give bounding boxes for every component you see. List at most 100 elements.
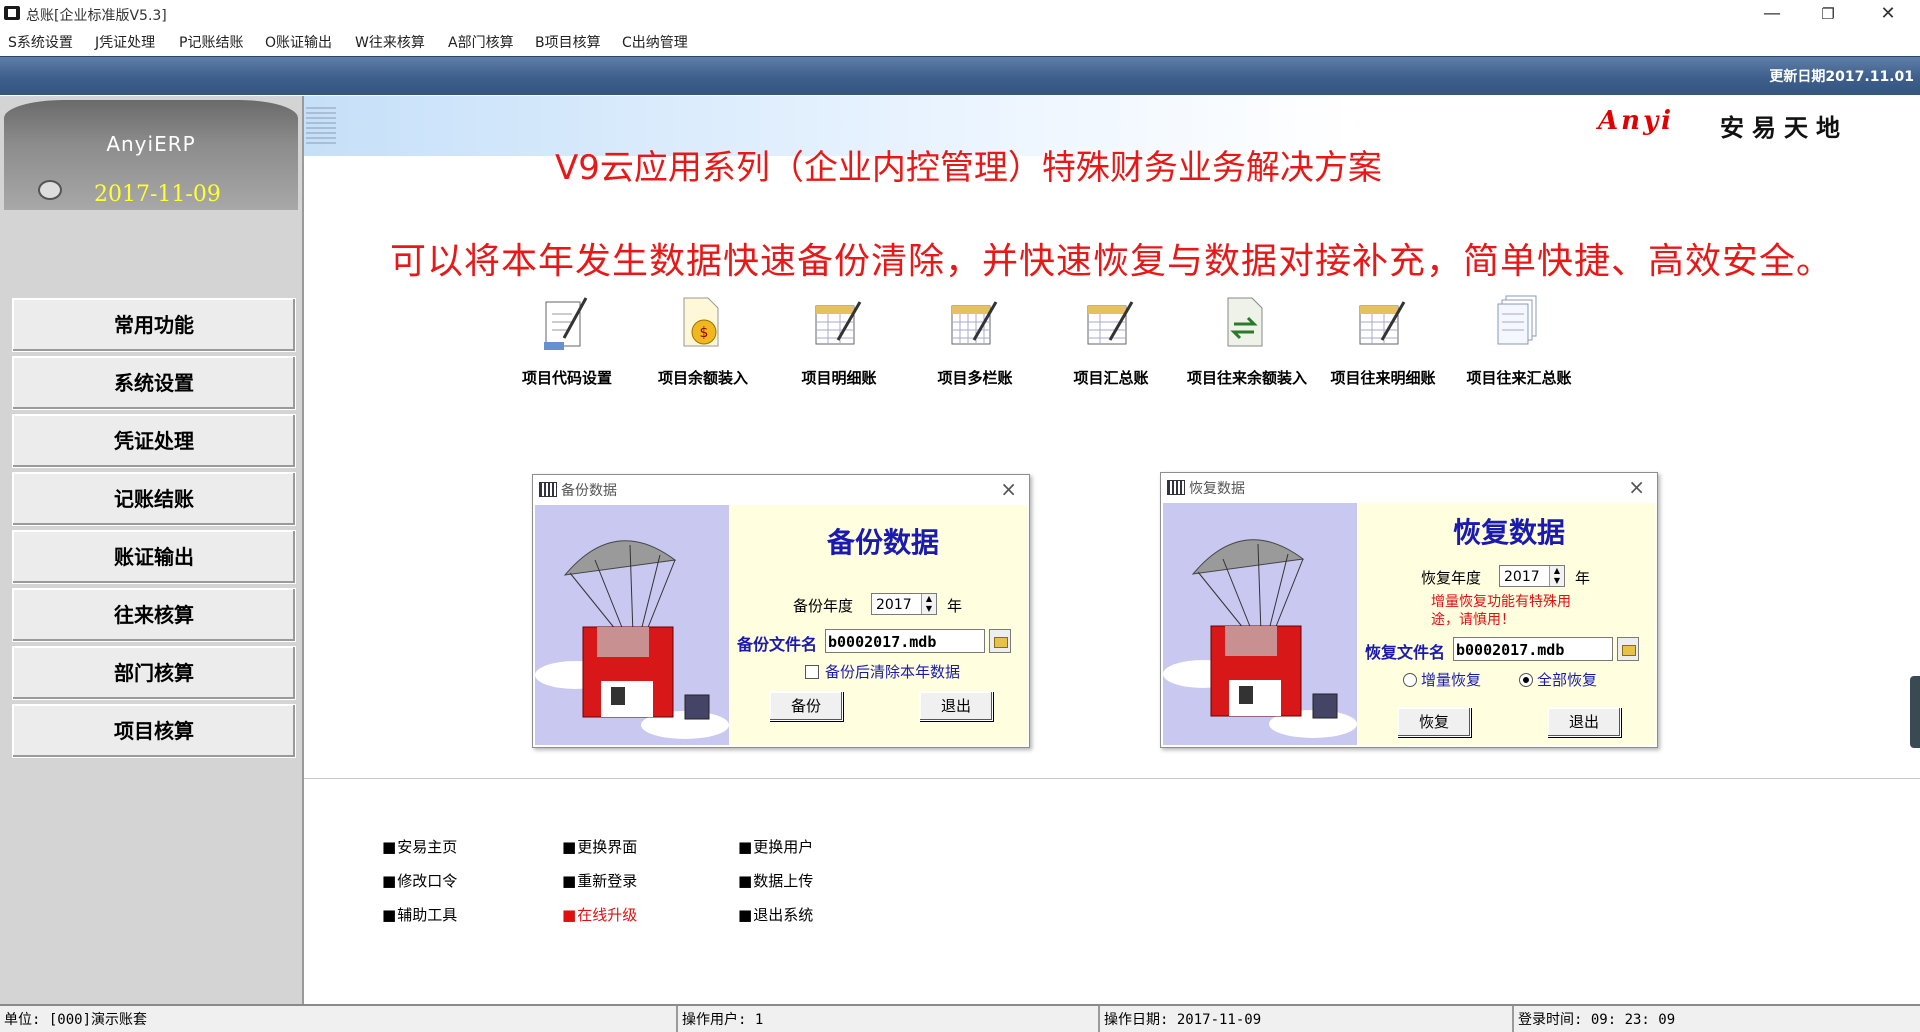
menu-system-settings[interactable]: S系统设置 [8,32,73,52]
sidebar-item-accounts[interactable]: 往来核算 [12,588,296,642]
sidebar-item-voucher[interactable]: 凭证处理 [12,414,296,468]
sidebar-item-project[interactable]: 项目核算 [12,704,296,758]
menu-accounts[interactable]: W往来核算 [355,32,425,52]
status-login-time: 登录时间: 09: 23: 09 [1518,1012,1676,1028]
link-change-skin[interactable]: 更换界面 [562,836,637,857]
sidebar-item-department[interactable]: 部门核算 [12,646,296,700]
backup-year-label: 备份年度 [793,597,854,615]
restore-heading: 恢复数据 [1453,516,1566,549]
link-online-upgrade[interactable]: 在线升级 [562,904,637,925]
dialog-icon [1167,480,1185,495]
full-restore-radio[interactable] [1519,673,1533,687]
menu-output[interactable]: O账证输出 [265,32,332,52]
menu-cashier[interactable]: C出纳管理 [622,32,688,52]
link-tools[interactable]: 辅助工具 [382,904,457,925]
restore-dialog-body: 恢复数据 恢复年度 2017 ▲ ▼ 年 增量恢复功能有特殊用 途，请慎用！ 恢复… [1163,503,1655,745]
status-separator [676,1006,678,1032]
func-label: 项目往来汇总账 [1466,369,1572,387]
clear-year-checkbox[interactable] [805,665,819,679]
money-document-icon: $ [683,297,719,347]
backup-year-value: 2017 [876,597,912,613]
edit-document-icon [544,297,588,350]
close-icon[interactable]: × [1628,475,1645,499]
restore-button[interactable]: ❐ [1800,0,1856,30]
side-scroll-handle[interactable] [1910,676,1920,748]
restore-dialog-title: 恢复数据 [1189,481,1245,497]
restore-warning-line2: 途，请慎用！ [1431,612,1515,628]
menu-posting[interactable]: P记账结账 [179,32,243,52]
close-button[interactable]: ✕ [1860,0,1916,30]
func-label: 项目多栏账 [937,369,1013,387]
ledger-icon [815,301,862,345]
sidebar-logo-panel: AnyiERP 2017-11-09 [4,100,298,210]
restore-exit-button[interactable]: 退出 [1547,707,1621,737]
status-user: 操作用户: 1 [682,1012,764,1028]
update-date: 更新日期2017.11.01 [1769,69,1914,85]
status-bar: 单位: [000]演示账套 操作用户: 1 操作日期: 2017-11-09 登… [0,1004,1920,1032]
backup-file-input[interactable]: b0002017.mdb [825,629,985,653]
parachute-floppy-image [535,505,729,745]
stacked-documents-icon [1497,295,1537,345]
spin-arrows-icon[interactable]: ▲ ▼ [921,594,936,614]
backup-dialog-titlebar: 备份数据 × [533,475,1029,503]
banner-grip [306,104,336,144]
header-strip: 更新日期2017.11.01 [0,56,1920,95]
status-op-date: 操作日期: 2017-11-09 [1104,1012,1262,1028]
link-exit-system[interactable]: 退出系统 [738,904,813,925]
sidebar-item-system-settings[interactable]: 系统设置 [12,356,296,410]
backup-year-unit: 年 [947,597,963,615]
backup-file-label: 备份文件名 [737,635,818,654]
sidebar-item-output[interactable]: 账证输出 [12,530,296,584]
backup-exit-button[interactable]: 退出 [919,691,993,721]
restore-warning-line1: 增量恢复功能有特殊用 [1431,594,1571,610]
anyi-logo: Anyi [1598,106,1675,136]
menu-bar: S系统设置 J凭证处理 P记账结账 O账证输出 W往来核算 A部门核算 B项目核… [0,30,1920,54]
menu-department[interactable]: A部门核算 [448,32,514,52]
title-bar: 总账[企业标准版V5.3] — ❐ ✕ [0,0,1920,30]
incremental-restore-label: 增量恢复 [1421,671,1482,689]
link-home[interactable]: 安易主页 [382,836,457,857]
backup-year-spinner[interactable]: 2017 ▲ ▼ [871,593,937,615]
link-change-password[interactable]: 修改口令 [382,870,457,891]
parachute-floppy-image [1163,503,1357,745]
link-data-upload[interactable]: 数据上传 [738,870,813,891]
backup-dialog-title: 备份数据 [561,483,617,499]
menu-voucher[interactable]: J凭证处理 [95,32,155,52]
restore-dialog-titlebar: 恢复数据 × [1161,473,1657,501]
clock-icon [38,180,62,200]
restore-button[interactable]: 恢复 [1397,707,1471,737]
restore-file-label: 恢复文件名 [1365,643,1446,662]
minimize-button[interactable]: — [1744,0,1800,30]
link-change-user[interactable]: 更换用户 [738,836,813,857]
sidebar-item-posting[interactable]: 记账结账 [12,472,296,526]
svg-text:$: $ [700,325,709,341]
func-label: 项目往来明细账 [1330,369,1436,387]
restore-dialog: 恢复数据 × 恢复数据 恢复年度 2017 ▲ ▼ 年 增量恢复功能有特殊用 途，… [1160,472,1658,748]
close-icon[interactable]: × [1000,477,1017,501]
spin-arrows-icon[interactable]: ▲ ▼ [1549,566,1564,586]
window-title: 总账[企业标准版V5.3] [26,8,167,24]
restore-file-input[interactable]: b0002017.mdb [1453,637,1613,661]
menu-project[interactable]: B项目核算 [535,32,601,52]
backup-button[interactable]: 备份 [769,691,843,721]
sidebar: AnyiERP 2017-11-09 常用功能 系统设置 凭证处理 记账结账 账… [0,96,304,1004]
backup-dialog-body: 备份数据 备份年度 2017 ▲ ▼ 年 备份文件名 b0002017.mdb 备… [535,505,1027,745]
anyi-logo-cn: 安易天地 [1720,113,1848,142]
restore-year-spinner[interactable]: 2017 ▲ ▼ [1499,565,1565,587]
func-label: 项目往来余额装入 [1186,369,1307,387]
folder-open-icon[interactable] [989,629,1011,653]
incremental-restore-radio[interactable] [1403,673,1417,687]
restore-year-unit: 年 [1575,569,1591,587]
backup-heading: 备份数据 [827,526,940,559]
restore-year-value: 2017 [1504,569,1540,585]
folder-open-icon[interactable] [1617,637,1639,661]
clear-year-label: 备份后清除本年数据 [825,663,961,681]
full-restore-label: 全部恢复 [1537,671,1598,689]
func-label: 项目明细账 [801,369,877,387]
status-unit: 单位: [000]演示账套 [4,1012,148,1028]
link-relogin[interactable]: 重新登录 [562,870,637,891]
transfer-document-icon [1227,297,1263,347]
headline: V9云应用系列（企业内控管理）特殊财务业务解决方案 [555,148,1382,188]
status-separator [1512,1006,1514,1032]
sidebar-item-common[interactable]: 常用功能 [12,298,296,352]
